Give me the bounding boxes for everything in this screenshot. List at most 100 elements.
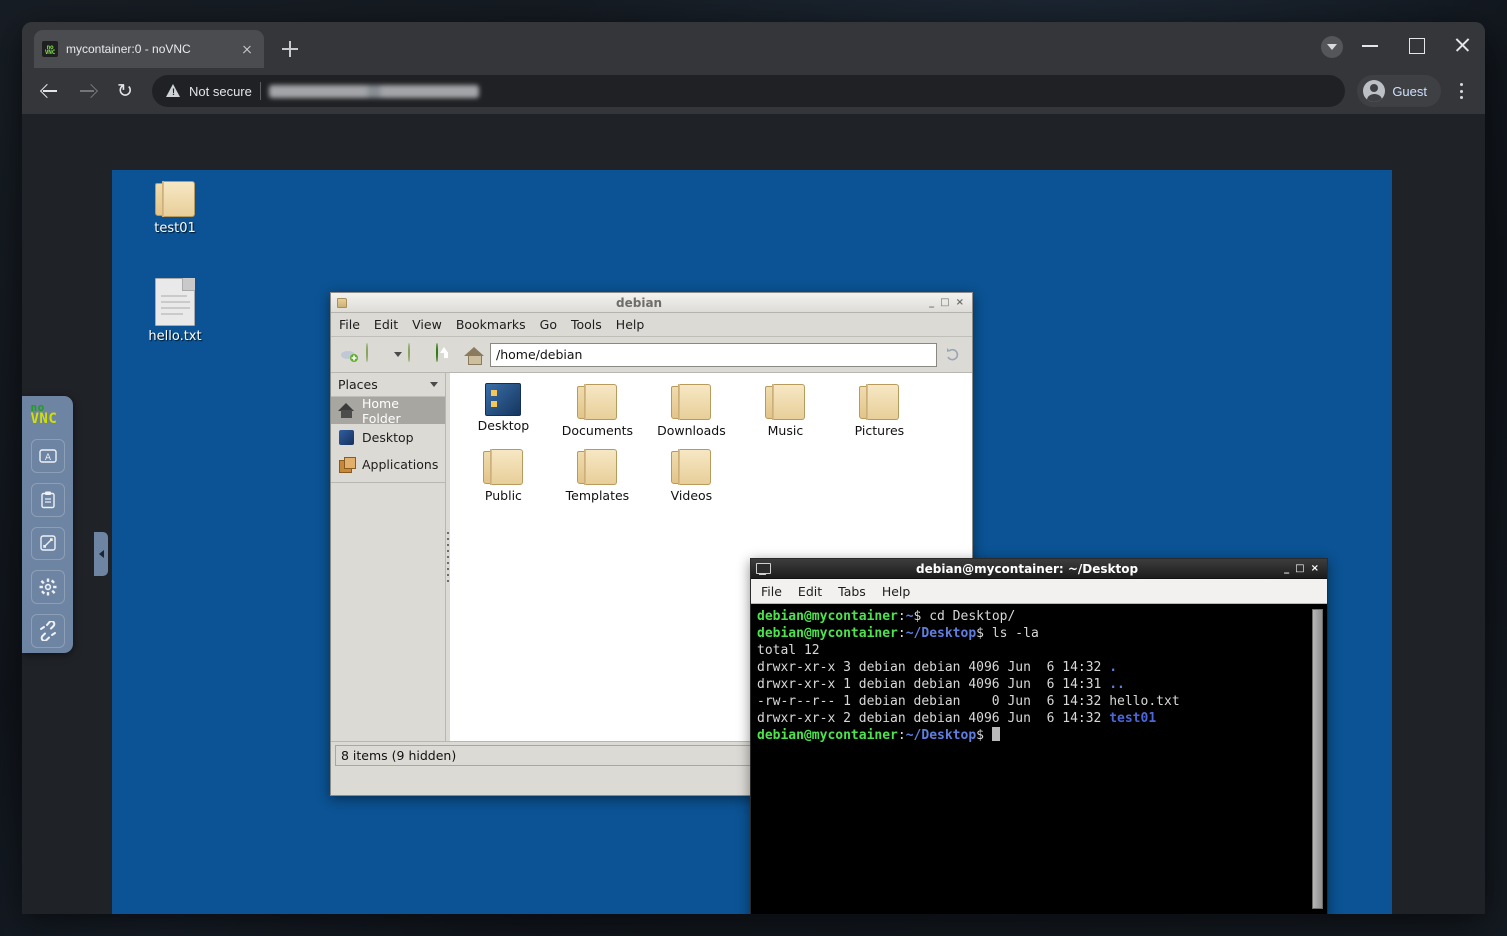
terminal-scrollbar-track[interactable] [1312, 606, 1325, 912]
menu-help[interactable]: Help [616, 317, 645, 332]
file-item-label: Desktop [477, 418, 530, 433]
file-item-public[interactable]: Public [456, 448, 550, 503]
terminal-title-bar[interactable]: debian@mycontainer: ~/Desktop _ □ × [751, 559, 1327, 579]
terminal-screen[interactable]: debian@mycontainer:~$ cd Desktop/debian@… [751, 604, 1327, 914]
back-icon[interactable] [366, 342, 388, 366]
file-manager-menu-bar: File Edit View Bookmarks Go Tools Help [331, 313, 972, 337]
file-manager-title: debian [616, 295, 663, 310]
fm-minimize-button[interactable]: _ [929, 297, 934, 308]
not-secure-warning-icon [166, 84, 181, 98]
terminal-cursor [991, 727, 1000, 741]
parent-folder-icon[interactable] [436, 342, 458, 366]
terminal-window[interactable]: debian@mycontainer: ~/Desktop _ □ × File… [750, 558, 1328, 914]
term-minimize-button[interactable]: _ [1284, 563, 1289, 574]
home-icon[interactable] [464, 346, 484, 365]
novnc-viewport: no VNC A test01 hello.txt debian _ □ × F… [22, 114, 1485, 914]
file-item-videos[interactable]: Videos [644, 448, 738, 503]
terminal-text: $ ls -la [976, 626, 1039, 641]
terminal-text: drwxr-xr-x 1 debian debian 4096 Jun 6 14… [757, 677, 1110, 692]
reload-icon[interactable]: ↻ [108, 74, 142, 108]
folder-icon [153, 180, 197, 218]
file-grid: Desktop Documents Downloads Music Pictur… [456, 383, 966, 513]
file-item-pictures[interactable]: Pictures [832, 383, 926, 438]
file-item-downloads[interactable]: Downloads [644, 383, 738, 438]
menu-go[interactable]: Go [540, 317, 557, 332]
menu-tools[interactable]: Tools [571, 317, 602, 332]
file-item-label: Public [484, 488, 522, 503]
places-collapse-caret-icon[interactable] [430, 382, 439, 387]
terminal-line: total 12 [757, 642, 1321, 659]
menu-file[interactable]: File [339, 317, 360, 332]
sidebar-item-label: Home Folder [362, 395, 401, 426]
three-dot-menu-icon[interactable] [1447, 75, 1475, 107]
terminal-line: drwxr-xr-x 3 debian debian 4096 Jun 6 14… [757, 659, 1321, 676]
browser-tab[interactable]: no VNC mycontainer:0 - noVNC [34, 30, 264, 68]
terminal-line: -rw-r--r-- 1 debian debian 0 Jun 6 14:32… [757, 693, 1321, 710]
desktop-folder-icon [485, 383, 522, 416]
term-close-button[interactable]: × [1311, 563, 1319, 574]
new-folder-icon[interactable] [338, 344, 360, 366]
terminal-text: total 12 [757, 643, 820, 658]
file-manager-title-bar[interactable]: debian _ □ × [331, 293, 972, 313]
window-close-button[interactable] [1439, 22, 1485, 68]
xfce-desktop[interactable]: test01 hello.txt debian _ □ × File Edit … [112, 170, 1392, 914]
fullscreen-icon[interactable] [30, 526, 65, 561]
file-item-label: Downloads [657, 423, 726, 438]
desktop-icon-hello-txt[interactable]: hello.txt [130, 278, 220, 344]
sidebar-divider [331, 482, 446, 483]
menu-help[interactable]: Help [882, 584, 911, 599]
new-tab-button[interactable] [277, 36, 303, 62]
terminal-scrollbar-thumb[interactable] [1312, 609, 1323, 909]
file-manager-window-buttons: _ □ × [929, 297, 968, 308]
folder-icon [669, 448, 713, 486]
tab-search-chevron-down-icon[interactable] [1321, 36, 1343, 58]
novnc-collapse-handle[interactable] [94, 532, 108, 576]
file-item-documents[interactable]: Documents [550, 383, 644, 438]
file-item-templates[interactable]: Templates [550, 448, 644, 503]
reload-icon[interactable] [943, 344, 965, 366]
novnc-control-bar: no VNC A [22, 396, 73, 653]
menu-edit[interactable]: Edit [798, 584, 822, 599]
file-item-music[interactable]: Music [738, 383, 832, 438]
menu-file[interactable]: File [761, 584, 782, 599]
menu-tabs[interactable]: Tabs [838, 584, 866, 599]
clipboard-icon[interactable] [30, 482, 65, 517]
home-icon [338, 402, 355, 419]
window-maximize-button[interactable] [1393, 22, 1439, 68]
folder-app-icon [335, 296, 349, 310]
terminal-output: debian@mycontainer:~$ cd Desktop/debian@… [757, 608, 1321, 744]
terminal-text: $ [976, 728, 992, 743]
terminal-line: debian@mycontainer:~$ cd Desktop/ [757, 608, 1321, 625]
history-dropdown-caret-icon[interactable] [394, 352, 402, 357]
window-minimize-button[interactable] [1347, 22, 1393, 68]
sidebar-item-desktop[interactable]: Desktop [331, 424, 445, 451]
address-bar[interactable]: Not secure [152, 75, 1346, 107]
desktop-icon-test01[interactable]: test01 [130, 180, 220, 236]
path-input[interactable]: /home/debian [490, 342, 937, 367]
settings-gear-icon[interactable] [30, 570, 65, 605]
back-arrow-icon[interactable] [32, 74, 66, 108]
address-divider [259, 82, 261, 100]
novnc-logo-bottom: VNC [30, 411, 58, 427]
menu-edit[interactable]: Edit [374, 317, 398, 332]
keyboard-icon[interactable]: A [30, 439, 65, 473]
sidebar-item-applications[interactable]: Applications [331, 451, 445, 478]
terminal-text: : [897, 626, 906, 641]
terminal-text: : [897, 609, 906, 624]
term-maximize-button[interactable]: □ [1295, 563, 1304, 574]
forward-icon[interactable] [408, 342, 430, 366]
favicon-line-2: VNC [44, 48, 56, 56]
file-item-desktop[interactable]: Desktop [456, 383, 550, 438]
fm-close-button[interactable]: × [956, 297, 964, 308]
browser-tab-strip: no VNC mycontainer:0 - noVNC [22, 22, 1485, 68]
menu-bookmarks[interactable]: Bookmarks [456, 317, 526, 332]
avatar-icon [1363, 80, 1386, 102]
fm-maximize-button[interactable]: □ [940, 297, 949, 308]
sidebar-item-home-folder[interactable]: Home Folder [331, 395, 446, 426]
disconnect-icon[interactable] [30, 614, 65, 648]
profile-button[interactable]: Guest [1357, 75, 1441, 107]
tab-close-icon[interactable] [238, 40, 256, 58]
menu-view[interactable]: View [412, 317, 442, 332]
profile-label: Guest [1392, 83, 1427, 99]
terminal-text: ~/Desktop [905, 626, 977, 641]
